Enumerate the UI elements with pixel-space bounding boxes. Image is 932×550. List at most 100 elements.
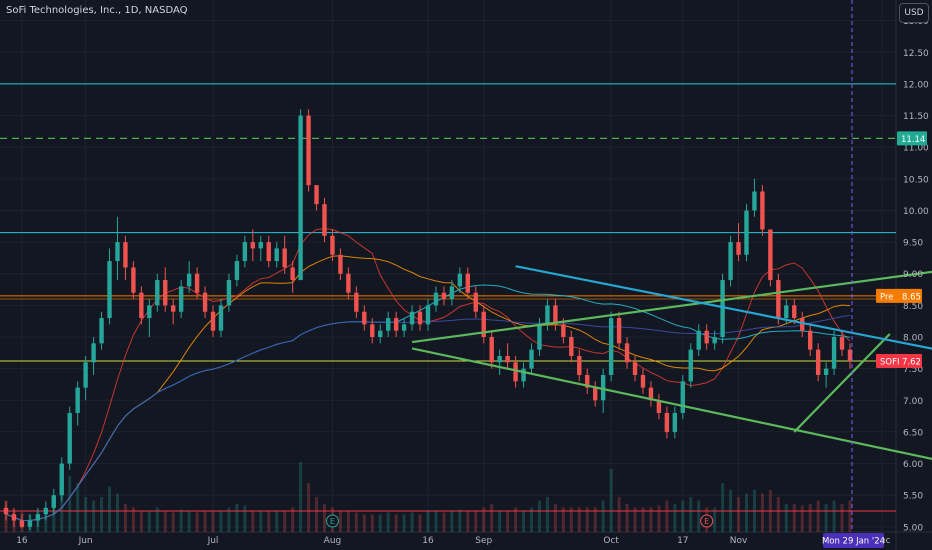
candle-body <box>728 242 733 281</box>
volume-bar <box>195 512 199 532</box>
candle-body <box>624 343 630 363</box>
volume-bar <box>418 514 422 532</box>
candle-body <box>815 349 821 375</box>
volume-bar <box>434 511 438 532</box>
candle-body <box>99 318 104 344</box>
volume-bar <box>171 512 175 532</box>
y-tick-label: 5.50 <box>903 492 923 502</box>
volume-bar <box>147 511 151 532</box>
candle-body <box>282 248 287 268</box>
candle-body <box>306 115 311 186</box>
candle-body <box>784 305 789 319</box>
volume-bar <box>848 500 852 532</box>
volume-bar <box>840 504 844 532</box>
time-axis[interactable]: 16JunJulAug16SepOct17NovDec2024Mon 29 Ja… <box>16 533 932 548</box>
earnings-icon-letter: E <box>330 517 335 526</box>
volume-bar <box>362 514 366 532</box>
candle-body <box>290 267 295 281</box>
candle-body <box>792 305 797 319</box>
x-tick-label: Nov <box>730 536 748 546</box>
trendlines[interactable] <box>411 0 932 532</box>
volume-bar <box>267 511 271 532</box>
x-tick-label: Jun <box>78 536 93 546</box>
candle-body <box>465 273 471 293</box>
candle-body <box>83 362 88 388</box>
volume-bar <box>737 497 741 532</box>
candle-body <box>115 242 120 262</box>
volume-bar <box>673 504 677 532</box>
candle-body <box>314 185 319 205</box>
volume-bar <box>689 497 693 532</box>
candle-body <box>545 305 550 325</box>
volume-bar <box>100 497 104 532</box>
volume-bar <box>665 500 669 532</box>
candle-body <box>433 292 439 306</box>
candle-body <box>441 292 447 300</box>
volume-bar <box>553 504 557 532</box>
y-tick-label: 6.00 <box>903 460 923 470</box>
candle-body <box>505 356 510 363</box>
candle-body <box>664 412 670 432</box>
volume-bar <box>315 497 319 532</box>
candle-body <box>322 204 327 236</box>
horizontal-levels[interactable] <box>0 83 896 512</box>
candle-body <box>91 343 96 363</box>
candle-body <box>3 507 9 515</box>
candle-body <box>258 242 263 249</box>
currency-button[interactable]: USD <box>899 3 929 23</box>
volume-bar <box>545 497 549 532</box>
price-tag-value: 7.62 <box>902 358 921 368</box>
volume-bar <box>442 512 446 532</box>
candle-body <box>107 261 112 319</box>
volume-bar <box>506 511 510 532</box>
candle-body <box>338 254 343 274</box>
candle-body <box>202 292 208 312</box>
y-tick-label: 12.50 <box>903 49 929 59</box>
candle-body <box>569 337 574 356</box>
volume-bar <box>537 500 541 532</box>
candle-body <box>807 330 813 350</box>
x-tick-label: Jul <box>207 536 219 546</box>
candle-body <box>680 381 685 413</box>
y-tick-label: 9.50 <box>903 239 923 249</box>
volume-bar <box>346 511 350 532</box>
volume-bar <box>251 511 255 532</box>
candle-body <box>385 318 391 331</box>
candle-body <box>171 305 176 312</box>
volume-bar <box>458 509 462 532</box>
volume-bar <box>338 511 342 532</box>
volume-bar <box>625 504 629 532</box>
y-tick-label: 7.00 <box>903 397 923 407</box>
candle-body <box>561 324 566 338</box>
volume-bar <box>108 486 112 532</box>
volume-bar <box>163 511 167 532</box>
candle-body <box>155 280 160 306</box>
price-chart[interactable]: 5.005.506.006.507.007.508.008.509.009.50… <box>0 0 932 550</box>
volume-bar <box>322 504 326 532</box>
candle-body <box>449 286 455 300</box>
crosshair-date-label: Mon 29 Jan '24 <box>822 537 885 547</box>
candle-body <box>457 273 463 287</box>
y-tick-label: 10.00 <box>903 207 929 217</box>
earnings-icon-letter: E <box>704 517 709 526</box>
candle-body <box>744 210 749 255</box>
volume-bar <box>466 511 470 532</box>
candle-body <box>19 520 25 527</box>
candle-body <box>417 311 423 325</box>
volume-bar <box>76 483 80 532</box>
candle-body <box>768 229 773 281</box>
x-tick-label: Oct <box>603 536 619 546</box>
candle-body <box>831 337 837 369</box>
volume-bar <box>307 483 311 532</box>
price-tag-value: 8.65 <box>902 292 921 302</box>
candle-body <box>27 520 33 527</box>
candle-body <box>577 356 582 375</box>
y-tick-label: 10.50 <box>903 175 929 185</box>
candle-body <box>226 280 232 306</box>
candle-body <box>67 412 72 464</box>
candle-body <box>186 273 192 287</box>
volume-bar <box>187 511 191 532</box>
volume-bar <box>211 511 215 532</box>
candle-body <box>362 311 367 325</box>
volume-bar <box>808 504 812 532</box>
